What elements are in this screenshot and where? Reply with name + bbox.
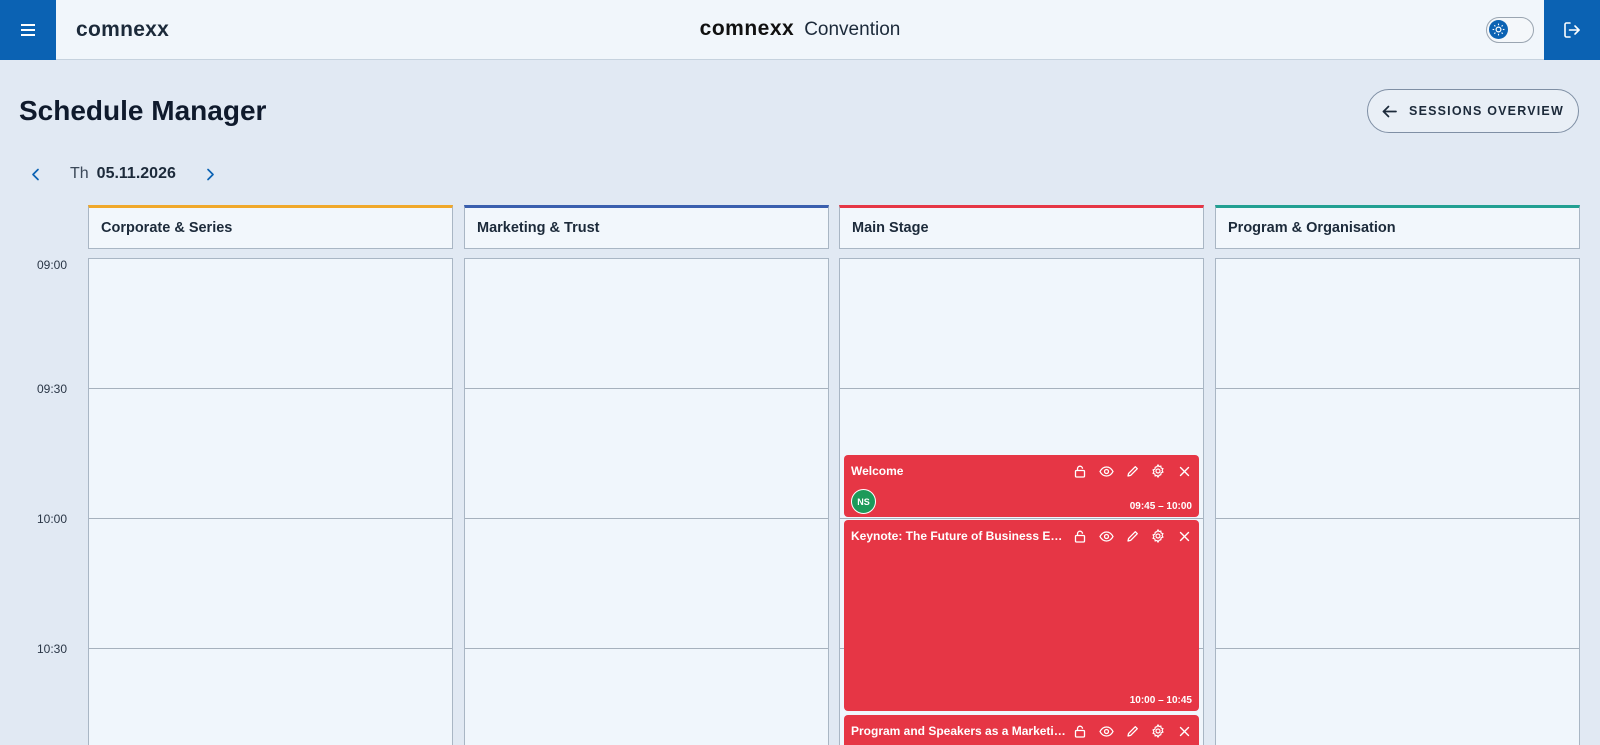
prev-day-button[interactable] <box>24 163 46 185</box>
schedule-column-marketing-trust[interactable] <box>464 258 829 745</box>
event-branding: comnexx Convention <box>0 17 1600 41</box>
sessions-overview-button[interactable]: SESSIONS OVERVIEW <box>1367 89 1579 133</box>
event-title: Convention <box>804 19 901 40</box>
next-day-button[interactable] <box>200 163 222 185</box>
logout-icon <box>1564 22 1580 38</box>
theme-toggle[interactable] <box>1486 17 1534 43</box>
half-hour-line <box>465 648 828 649</box>
session-actions <box>1071 527 1193 545</box>
half-hour-line <box>465 518 828 519</box>
lock-icon[interactable] <box>1071 527 1089 545</box>
top-bar: comnexx comnexx Convention <box>0 0 1600 60</box>
close-icon[interactable] <box>1175 722 1193 740</box>
half-hour-line <box>1216 648 1579 649</box>
schedule-column-program-organisation[interactable] <box>1215 258 1580 745</box>
logout-button[interactable] <box>1544 0 1600 60</box>
session-card-welcome[interactable]: Welcome NS 09:45 – 10:00 <box>844 455 1199 517</box>
half-hour-line <box>89 648 452 649</box>
room-header-marketing-trust[interactable]: Marketing & Trust <box>464 205 829 249</box>
half-hour-line <box>89 388 452 389</box>
settings-gear-icon[interactable] <box>1149 527 1167 545</box>
sun-icon <box>1489 20 1508 39</box>
half-hour-line <box>89 518 452 519</box>
date-navigation: Th 05.11.2026 <box>24 160 222 188</box>
speaker-avatar[interactable]: NS <box>851 489 876 514</box>
session-time: 09:45 – 10:00 <box>1129 501 1192 512</box>
room-header-corporate-series[interactable]: Corporate & Series <box>88 205 453 249</box>
room-header-program-organisation[interactable]: Program & Organisation <box>1215 205 1580 249</box>
time-label: 09:30 <box>37 382 68 396</box>
current-date[interactable]: 05.11.2026 <box>97 165 176 183</box>
eye-icon[interactable] <box>1097 722 1115 740</box>
sessions-overview-label: SESSIONS OVERVIEW <box>1409 104 1564 118</box>
session-card-keynote[interactable]: Keynote: The Future of Business Events 1… <box>844 520 1199 711</box>
session-title: Keynote: The Future of Business Events <box>851 529 1066 543</box>
page-title: Schedule Manager <box>19 95 267 126</box>
settings-gear-icon[interactable] <box>1149 722 1167 740</box>
chevron-right-icon <box>207 168 215 180</box>
lock-icon[interactable] <box>1071 462 1089 480</box>
schedule-column-corporate-series[interactable] <box>88 258 453 745</box>
close-icon[interactable] <box>1175 527 1193 545</box>
half-hour-line <box>840 518 1203 519</box>
pencil-icon[interactable] <box>1123 462 1141 480</box>
schedule-column-main-stage[interactable]: Welcome NS 09:45 – 10:00 Keynote: The Fu… <box>839 258 1204 745</box>
event-logo: comnexx <box>699 17 795 40</box>
date-weekday: Th <box>70 165 89 182</box>
session-actions <box>1071 462 1193 480</box>
half-hour-line <box>1216 518 1579 519</box>
session-title: Welcome <box>851 464 904 478</box>
lock-icon[interactable] <box>1071 722 1089 740</box>
arrow-left-icon <box>1382 105 1397 117</box>
eye-icon[interactable] <box>1097 527 1115 545</box>
half-hour-line <box>1216 388 1579 389</box>
half-hour-line <box>465 388 828 389</box>
time-label: 10:30 <box>37 642 68 656</box>
session-title: Program and Speakers as a Marketing Tool <box>851 724 1066 738</box>
pencil-icon[interactable] <box>1123 722 1141 740</box>
session-time: 10:00 – 10:45 <box>1129 695 1192 706</box>
chevron-left-icon <box>31 168 39 180</box>
close-icon[interactable] <box>1175 462 1193 480</box>
settings-gear-icon[interactable] <box>1149 462 1167 480</box>
half-hour-line <box>840 388 1203 389</box>
room-header-main-stage[interactable]: Main Stage <box>839 205 1204 249</box>
session-card-program-speakers[interactable]: Program and Speakers as a Marketing Tool <box>844 715 1199 745</box>
session-actions <box>1071 722 1193 740</box>
time-label: 09:00 <box>37 258 68 272</box>
eye-icon[interactable] <box>1097 462 1115 480</box>
time-label: 10:00 <box>37 512 68 526</box>
pencil-icon[interactable] <box>1123 527 1141 545</box>
